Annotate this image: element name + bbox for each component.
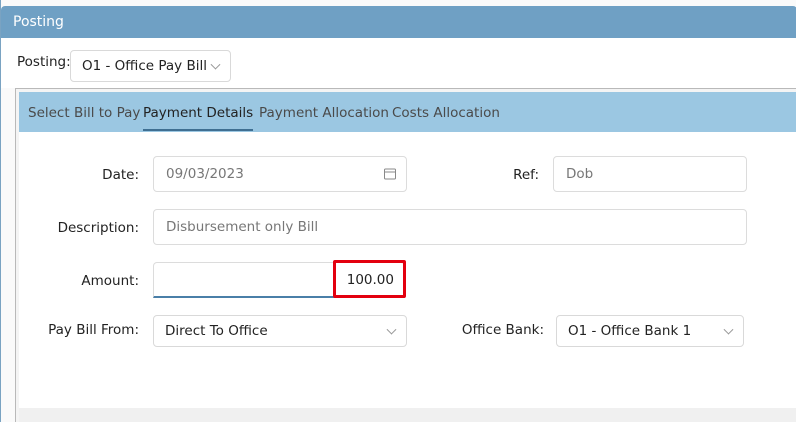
panel-content: Select Bill to Pay Payment Details Payme… <box>19 92 796 422</box>
pay-bill-from-select[interactable]: Direct To Office <box>153 315 407 347</box>
description-label: Description: <box>57 220 139 236</box>
content-footer <box>19 408 796 422</box>
posting-row: Posting: O1 - Office Pay Bill <box>1 38 796 88</box>
ref-label: Ref: <box>513 167 539 183</box>
tab-bar: Select Bill to Pay Payment Details Payme… <box>19 92 796 132</box>
posting-panel: Select Bill to Pay Payment Details Payme… <box>15 88 796 422</box>
posting-type-value: O1 - Office Pay Bill <box>82 58 207 74</box>
pay-bill-from-value: Direct To Office <box>165 323 268 339</box>
description-value: Disbursement only Bill <box>166 219 319 235</box>
chevron-down-icon <box>723 324 734 335</box>
ref-field[interactable]: Dob <box>553 156 747 192</box>
date-label: Date: <box>102 167 139 183</box>
tab-costs-allocation[interactable]: Costs Allocation <box>392 105 500 131</box>
chevron-down-icon <box>386 324 397 335</box>
tab-payment-details[interactable]: Payment Details <box>143 105 254 131</box>
description-field[interactable]: Disbursement only Bill <box>153 209 747 245</box>
date-field[interactable]: 09/03/2023 <box>153 156 407 192</box>
posting-label: Posting: <box>17 54 71 70</box>
posting-type-select[interactable]: O1 - Office Pay Bill <box>70 50 231 82</box>
tab-payment-allocation[interactable]: Payment Allocation <box>259 105 389 131</box>
office-bank-label: Office Bank: <box>461 322 544 338</box>
office-bank-value: O1 - Office Bank 1 <box>568 323 692 339</box>
amount-label: Amount: <box>81 273 139 289</box>
tab-select-bill-to-pay[interactable]: Select Bill to Pay <box>28 105 140 131</box>
office-bank-select[interactable]: O1 - Office Bank 1 <box>556 315 744 347</box>
pay-bill-from-label: Pay Bill From: <box>48 322 139 338</box>
ref-value: Dob <box>566 166 594 182</box>
posting-window: Posting Posting: O1 - Office Pay Bill Se… <box>0 0 796 422</box>
calendar-icon[interactable] <box>384 168 396 180</box>
amount-highlight-box <box>333 260 406 298</box>
chevron-down-icon <box>210 59 221 70</box>
window-title: Posting <box>1 6 796 38</box>
date-value: 09/03/2023 <box>166 166 244 182</box>
